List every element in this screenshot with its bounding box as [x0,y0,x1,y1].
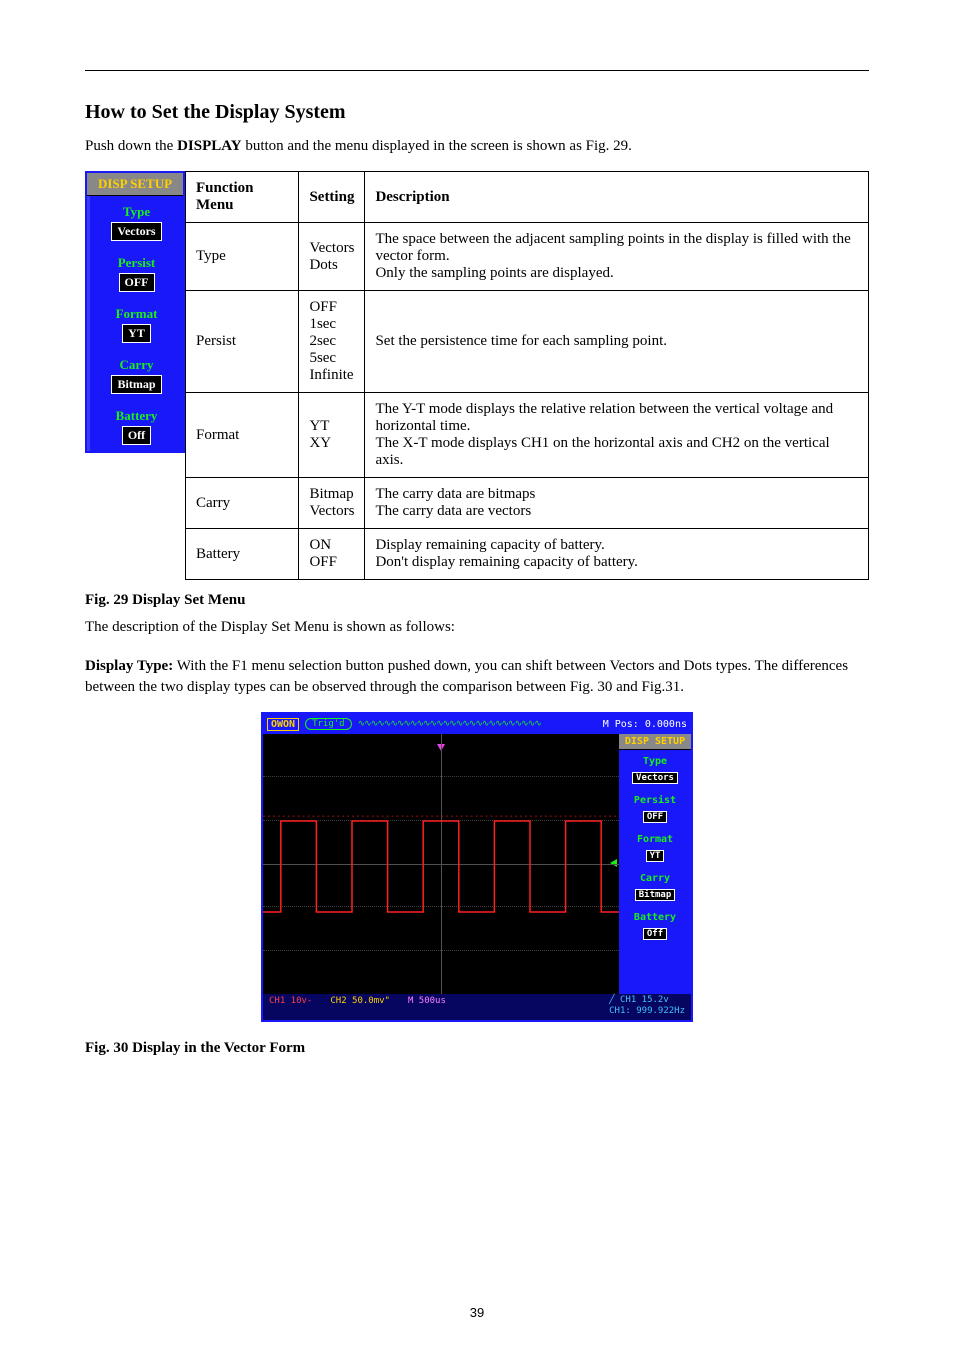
td-function: Format [186,393,299,478]
intro-bold: DISPLAY [177,138,241,154]
td-setting: Bitmap Vectors [299,478,365,529]
th-description: Description [365,172,869,223]
td-description: Set the persistence time for each sampli… [365,291,869,393]
scope-side-battery: Battery Off [619,906,691,945]
td-setting: YT XY [299,393,365,478]
scope-side-value: Bitmap [635,889,676,901]
td-setting: Vectors Dots [299,223,365,291]
page-number: 39 [0,1305,954,1320]
scope-side-label: Type [622,756,688,767]
scope-top-bar: OWON Trig'd ∿∿∿∿∿∿∿∿∿∿∿∿∿∿∿∿∿∿∿∿∿∿∿∿∿∿∿∿… [263,714,691,734]
td-setting: ON OFF [299,529,365,580]
scope-side-carry: Carry Bitmap [619,867,691,906]
scope-side-value: Off [643,928,667,940]
table-row: PersistOFF 1sec 2sec 5sec InfiniteSet th… [186,291,869,393]
scope-side-menu: DISP SETUP Type Vectors Persist OFF Form… [619,734,691,994]
th-function: Function Menu [186,172,299,223]
td-function: Battery [186,529,299,580]
fig30-text: Fig. 30 Display in the Vector Form [85,1040,305,1056]
side-item-value: YT [122,324,151,343]
side-item-format: Format YT [87,298,183,349]
side-item-persist: Persist OFF [87,247,183,298]
side-menu-header: DISP SETUP [87,173,183,196]
timebase-readout: M 500us [408,996,446,1006]
intro-suffix: button and the menu displayed in the scr… [245,138,632,154]
scope-side-label: Battery [622,912,688,923]
ch1-readout: CH1 10v- [269,996,312,1006]
scope-bottom-bar: CH1 10v- CH2 50.0mv" M 500us ╱ CH1 15.2v… [263,994,691,1020]
td-function: Persist [186,291,299,393]
side-item-value: Off [122,426,151,445]
td-function: Type [186,223,299,291]
td-description: The space between the adjacent sampling … [365,223,869,291]
scope-side-type: Type Vectors [619,750,691,789]
side-item-type: Type Vectors [87,196,183,247]
side-item-label: Carry [94,357,179,373]
scope-side-value: OFF [643,811,667,823]
square-waveform [263,734,619,991]
scope-side-header: DISP SETUP [619,734,691,750]
sine-wave-decor: ∿∿∿∿∿∿∿∿∿∿∿∿∿∿∿∿∿∿∿∿∿∿∿∿∿∿∿∿ [358,719,597,729]
trigd-badge: Trig'd [305,718,352,730]
scope-side-value: YT [646,850,665,862]
side-item-label: Format [94,306,179,322]
fig29-label: Fig. 29 Display Set Menu [85,592,869,609]
td-description: The Y-T mode displays the relative relat… [365,393,869,478]
td-description: Display remaining capacity of battery. D… [365,529,869,580]
freq-readout: CH1: 999.922Hz [609,1006,685,1016]
intro-paragraph: Push down the DISPLAY button and the men… [85,136,869,157]
trig-level-readout: CH1 15.2v [620,995,669,1005]
displaytype-text: With the F1 menu selection button pushed… [85,658,848,695]
displaytype-title: Display Type: [85,658,173,674]
scope-side-value: Vectors [632,772,678,784]
side-item-battery: Battery Off [87,400,183,451]
scope-side-format: Format YT [619,828,691,867]
scope-side-label: Persist [622,795,688,806]
fig30-label: Fig. 30 Display in the Vector Form [85,1040,869,1057]
m-pos-readout: M Pos: 0.000ns [603,719,687,730]
fig29-text: Fig. 29 Display Set Menu [85,592,245,608]
section-title: How to Set the Display System [85,101,869,124]
td-setting: OFF 1sec 2sec 5sec Infinite [299,291,365,393]
ch2-readout: CH2 50.0mv" [330,996,390,1006]
table-row: TypeVectors DotsThe space between the ad… [186,223,869,291]
th-setting: Setting [299,172,365,223]
side-item-label: Persist [94,255,179,271]
side-item-value: Vectors [111,222,161,241]
scope-canvas [263,734,619,994]
display-set-table: Function Menu Setting Description TypeVe… [185,171,869,580]
side-item-label: Type [94,204,179,220]
td-description: The carry data are bitmaps The carry dat… [365,478,869,529]
displaytype-paragraph: Display Type: With the F1 menu selection… [85,656,869,698]
table-row: FormatYT XYThe Y-T mode displays the rel… [186,393,869,478]
owon-logo: OWON [267,718,299,731]
side-item-carry: Carry Bitmap [87,349,183,400]
table-lead: The description of the Display Set Menu … [85,617,869,638]
scope-side-label: Carry [622,873,688,884]
td-function: Carry [186,478,299,529]
disp-setup-side-menu: DISP SETUP Type Vectors Persist OFF Form… [85,171,185,453]
page-header-rule [85,70,869,71]
side-item-value: Bitmap [111,375,161,394]
scope-side-label: Format [622,834,688,845]
table-row: CarryBitmap VectorsThe carry data are bi… [186,478,869,529]
oscilloscope-figure: OWON Trig'd ∿∿∿∿∿∿∿∿∿∿∿∿∿∿∿∿∿∿∿∿∿∿∿∿∿∿∿∿… [261,712,693,1022]
intro-prefix: Push down the [85,138,177,154]
table-row: BatteryON OFFDisplay remaining capacity … [186,529,869,580]
side-item-value: OFF [119,273,155,292]
side-item-label: Battery [94,408,179,424]
scope-side-persist: Persist OFF [619,789,691,828]
